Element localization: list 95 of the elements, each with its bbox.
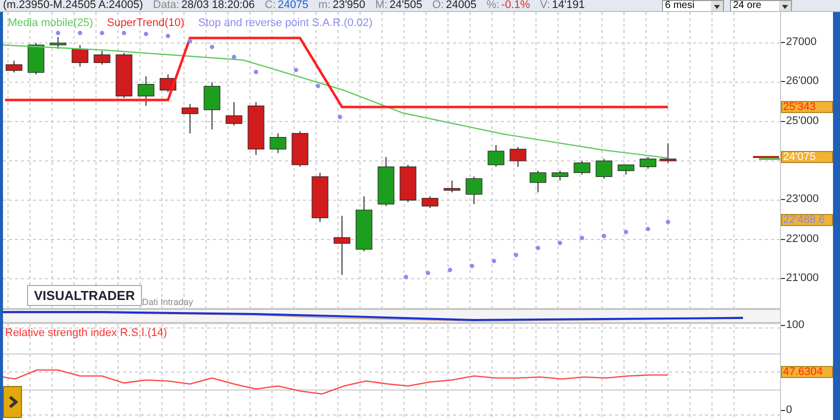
field-value: 24075 — [278, 0, 308, 11]
data-source-label: Dati Intraday — [142, 298, 194, 307]
sar-dot — [188, 38, 192, 44]
sar-dot — [514, 252, 518, 258]
axis-label: 23'000 — [786, 194, 819, 206]
candlestick — [378, 156, 394, 207]
sar-dot — [448, 268, 452, 272]
sar-dot — [492, 258, 496, 264]
indicator-label: Relative strength index R.S.I.(14) — [5, 328, 168, 339]
sar-dot — [56, 30, 60, 36]
dropdown[interactable]: 24 ore — [730, 0, 792, 11]
sar-dot — [338, 114, 342, 120]
candlestick — [312, 172, 328, 222]
candlestick — [574, 160, 590, 176]
axis-label: 27000 — [786, 37, 817, 48]
indicator-label: Stop and reverse point S.A.R.(0.02) — [198, 18, 372, 29]
field-label: C: — [264, 0, 276, 11]
sar-dot — [294, 68, 298, 72]
value-badge: 47.6304 — [781, 366, 833, 378]
candlestick — [422, 196, 438, 209]
sar-dot — [210, 44, 214, 50]
candlestick — [6, 60, 22, 73]
axis-label: 22'000 — [786, 234, 819, 244]
candlestick — [466, 176, 482, 205]
field-label: m: — [318, 0, 331, 11]
candlestick — [488, 144, 504, 168]
next-button[interactable] — [3, 386, 22, 418]
sar-dot — [558, 240, 562, 246]
candlestick — [160, 74, 176, 93]
candlestick — [334, 215, 350, 276]
axis-label: 100 — [786, 320, 804, 331]
indicator-label: SuperTrend(10) — [106, 18, 184, 29]
field-value: 23'950 — [332, 0, 366, 11]
sar-dot — [232, 54, 236, 60]
candlestick — [138, 76, 154, 106]
sar-dot — [470, 264, 474, 268]
sar-dot — [122, 30, 126, 36]
sar-dot — [624, 230, 628, 234]
candlestick — [28, 42, 44, 75]
candlestick — [116, 52, 132, 99]
candlestick — [640, 156, 656, 170]
field-value: 14'191 — [552, 0, 585, 11]
candlestick — [660, 142, 676, 164]
field-label: %: — [486, 0, 500, 11]
candlestick — [530, 170, 546, 193]
candlestick — [552, 170, 568, 182]
sar-dot — [536, 246, 540, 250]
candlestick — [270, 132, 286, 154]
sar-dot — [166, 34, 170, 38]
axis-label: 21'000 — [786, 272, 819, 284]
sar-dot — [254, 70, 258, 74]
price-badge: 24'075 — [781, 151, 833, 163]
field-label: V: — [540, 0, 550, 11]
price-badge: 25'343 — [781, 101, 833, 113]
candlestick — [444, 180, 460, 193]
field-label: Data: — [153, 0, 180, 11]
sar-dot — [78, 30, 82, 36]
sar-dot — [580, 236, 584, 240]
field-value: 24005 — [446, 0, 476, 11]
field-label: M: — [375, 0, 388, 11]
logo: VISUALTRADER — [27, 285, 142, 306]
candlestick — [248, 101, 264, 156]
axis-label: 26'000 — [786, 76, 819, 88]
sar-dot — [316, 84, 320, 88]
field-value: 28/03 18:20:06 — [181, 0, 255, 11]
sar-dot — [646, 226, 650, 232]
candlestick — [292, 130, 308, 168]
field-label: O: — [432, 0, 444, 11]
last-price-marker-drawing — [753, 156, 780, 160]
field-value: 24'505 — [390, 0, 422, 11]
candlestick — [204, 82, 220, 130]
chevron-right-icon — [8, 396, 18, 408]
candlestick — [72, 44, 88, 68]
candlestick — [400, 164, 416, 203]
price-badge: 22'488.6 — [781, 214, 833, 226]
candlestick — [50, 36, 66, 50]
indicator-label: Media mobile(25) — [8, 18, 93, 29]
sar-dot — [602, 234, 606, 238]
sar-dot — [144, 32, 148, 36]
axis-label: 25'000 — [786, 116, 819, 127]
dropdown[interactable]: 6 mesi — [662, 0, 724, 11]
sar-dot — [666, 220, 670, 224]
price-range: (m.23950-M.24505 A:24005) — [3, 0, 144, 11]
candlestick — [510, 146, 526, 168]
sar-dot — [100, 30, 104, 36]
candlestick — [94, 50, 110, 66]
candlestick — [226, 101, 242, 126]
sar-dot — [404, 274, 408, 280]
candlestick — [618, 164, 634, 176]
candlestick — [596, 158, 612, 180]
candlestick — [356, 196, 372, 252]
candlestick — [182, 103, 198, 134]
sar-dot — [426, 270, 430, 276]
axis-label: 0 — [786, 405, 792, 416]
field-value: -0.1% — [501, 0, 530, 11]
